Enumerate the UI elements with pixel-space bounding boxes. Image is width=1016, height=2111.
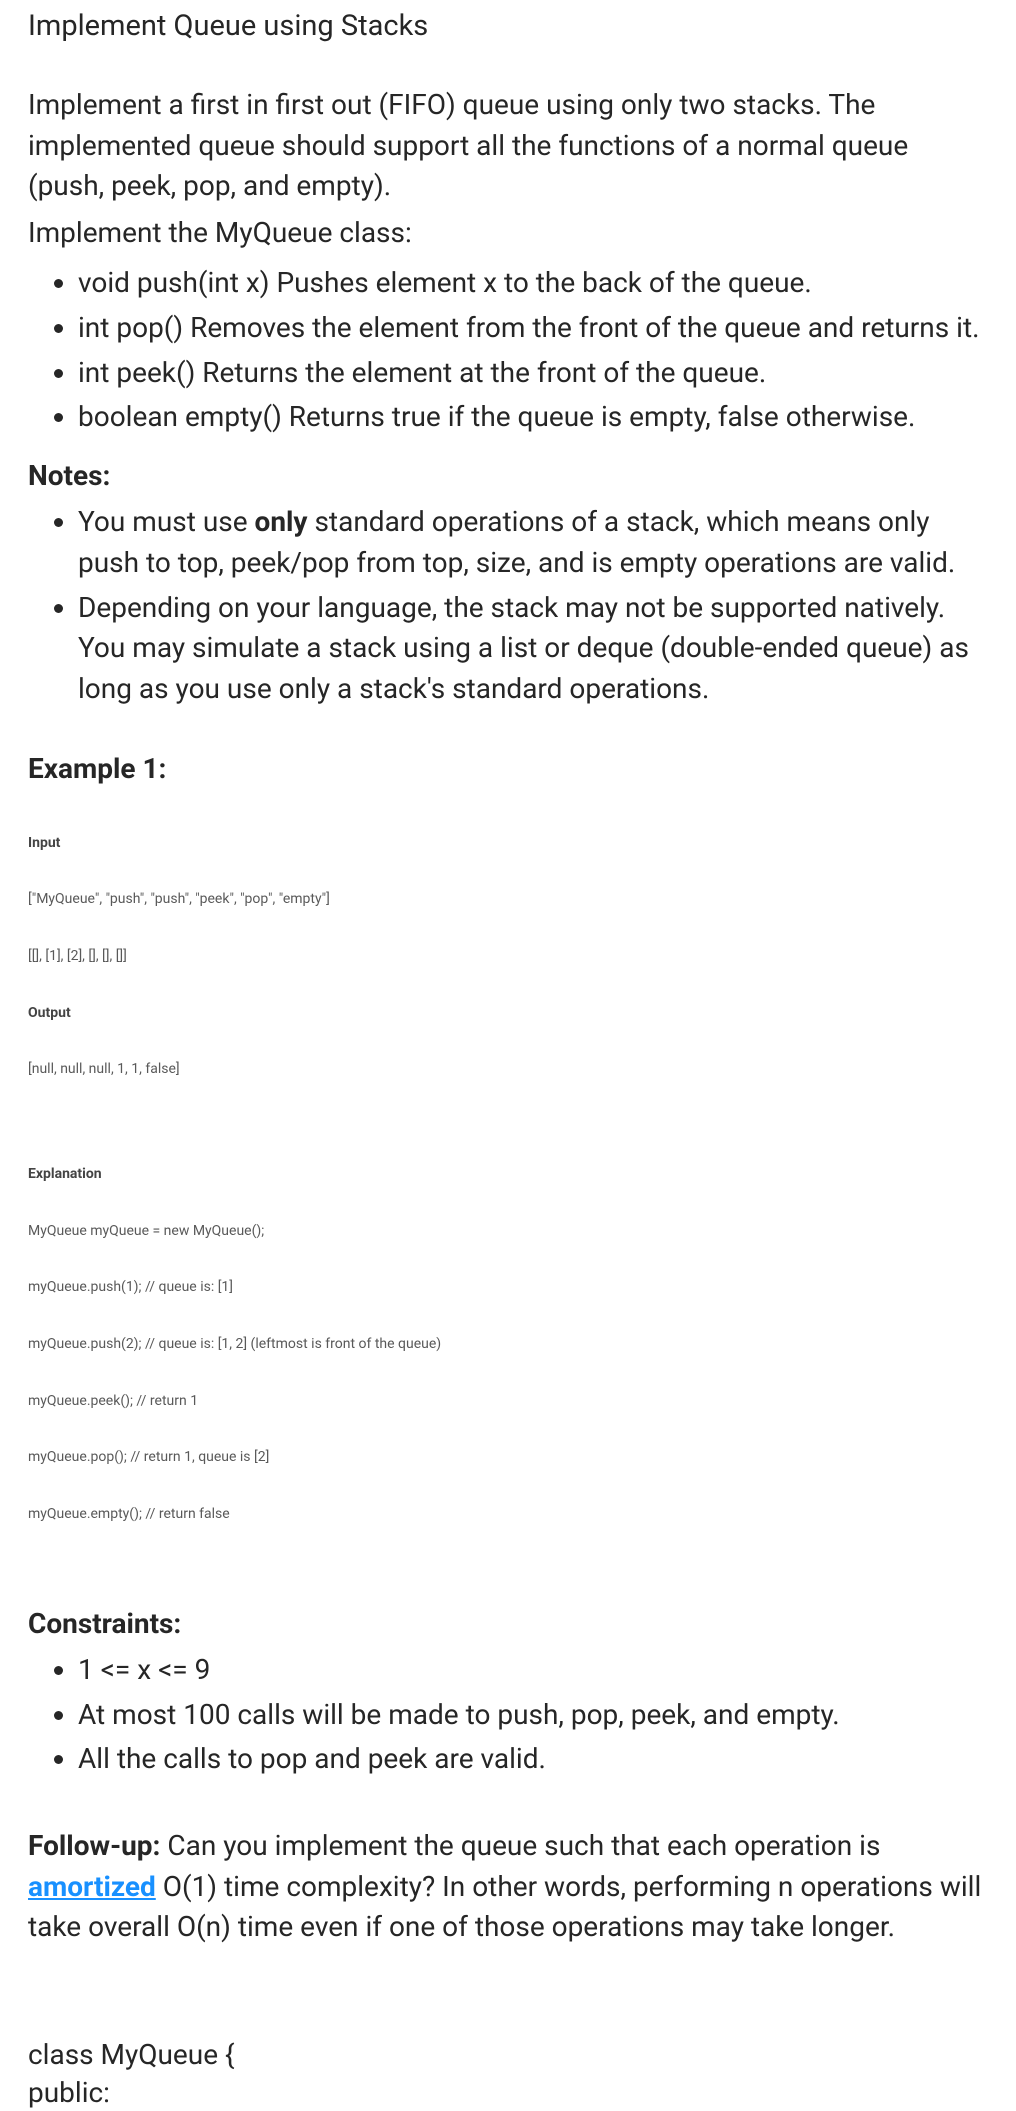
explanation-label: Explanation	[28, 1166, 102, 1182]
intro-paragraph-1: Implement a first in first out (FIFO) qu…	[28, 85, 988, 207]
output-label: Output	[28, 1005, 71, 1021]
intro-block: Implement a first in first out (FIFO) qu…	[28, 85, 988, 253]
method-item: int peek() Returns the element at the fr…	[78, 353, 988, 394]
followup-text-post: O(1) time complexity? In other words, pe…	[28, 1870, 981, 1944]
notes-heading: Notes:	[28, 456, 988, 497]
method-item: boolean empty() Returns true if the queu…	[78, 397, 988, 438]
explanation-line: myQueue.push(1); // queue is: [1]	[28, 1278, 988, 1297]
problem-page: Implement Queue using Stacks Implement a…	[0, 0, 1016, 2111]
notes-list: You must use only standard operations of…	[28, 502, 988, 709]
note-item: You must use only standard operations of…	[78, 502, 988, 583]
example-io-block: Input ["MyQueue", "push", "push", "peek"…	[28, 796, 988, 1117]
example-heading: Example 1:	[28, 749, 988, 790]
input-line: [[], [1], [2], [], [], []]	[28, 947, 988, 966]
followup-text-pre: Can you implement the queue such that ea…	[160, 1829, 880, 1862]
explanation-line: myQueue.pop(); // return 1, queue is [2]	[28, 1448, 988, 1467]
constraints-heading: Constraints:	[28, 1604, 988, 1645]
code-snippet: class MyQueue { public:	[28, 2036, 988, 2111]
constraint-item: All the calls to pop and peek are valid.	[78, 1739, 988, 1780]
explanation-line: MyQueue myQueue = new MyQueue();	[28, 1222, 988, 1241]
followup-paragraph: Follow-up: Can you implement the queue s…	[28, 1826, 988, 1948]
constraint-item: At most 100 calls will be made to push, …	[78, 1695, 988, 1736]
explanation-line: myQueue.push(2); // queue is: [1, 2] (le…	[28, 1335, 988, 1354]
method-item: int pop() Removes the element from the f…	[78, 308, 988, 349]
code-line: public:	[28, 2074, 988, 2111]
input-line: ["MyQueue", "push", "push", "peek", "pop…	[28, 890, 988, 909]
note-text-strong: only	[255, 505, 308, 538]
example-explanation-block: Explanation MyQueue myQueue = new MyQueu…	[28, 1127, 988, 1561]
problem-title: Implement Queue using Stacks	[28, 5, 988, 47]
explanation-line: myQueue.peek(); // return 1	[28, 1392, 988, 1411]
followup-label: Follow-up:	[28, 1829, 160, 1862]
note-text-pre: You must use	[78, 505, 255, 538]
amortized-link[interactable]: amortized	[28, 1870, 156, 1903]
input-label: Input	[28, 835, 60, 851]
note-item: Depending on your language, the stack ma…	[78, 588, 988, 710]
intro-paragraph-2: Implement the MyQueue class:	[28, 213, 988, 254]
constraint-item: 1 <= x <= 9	[78, 1650, 988, 1691]
output-line: [null, null, null, 1, 1, false]	[28, 1060, 988, 1079]
constraints-list: 1 <= x <= 9 At most 100 calls will be ma…	[28, 1650, 988, 1780]
explanation-line: myQueue.empty(); // return false	[28, 1505, 988, 1524]
method-item: void push(int x) Pushes element x to the…	[78, 263, 988, 304]
code-line: class MyQueue {	[28, 2036, 988, 2074]
method-list: void push(int x) Pushes element x to the…	[28, 263, 988, 437]
